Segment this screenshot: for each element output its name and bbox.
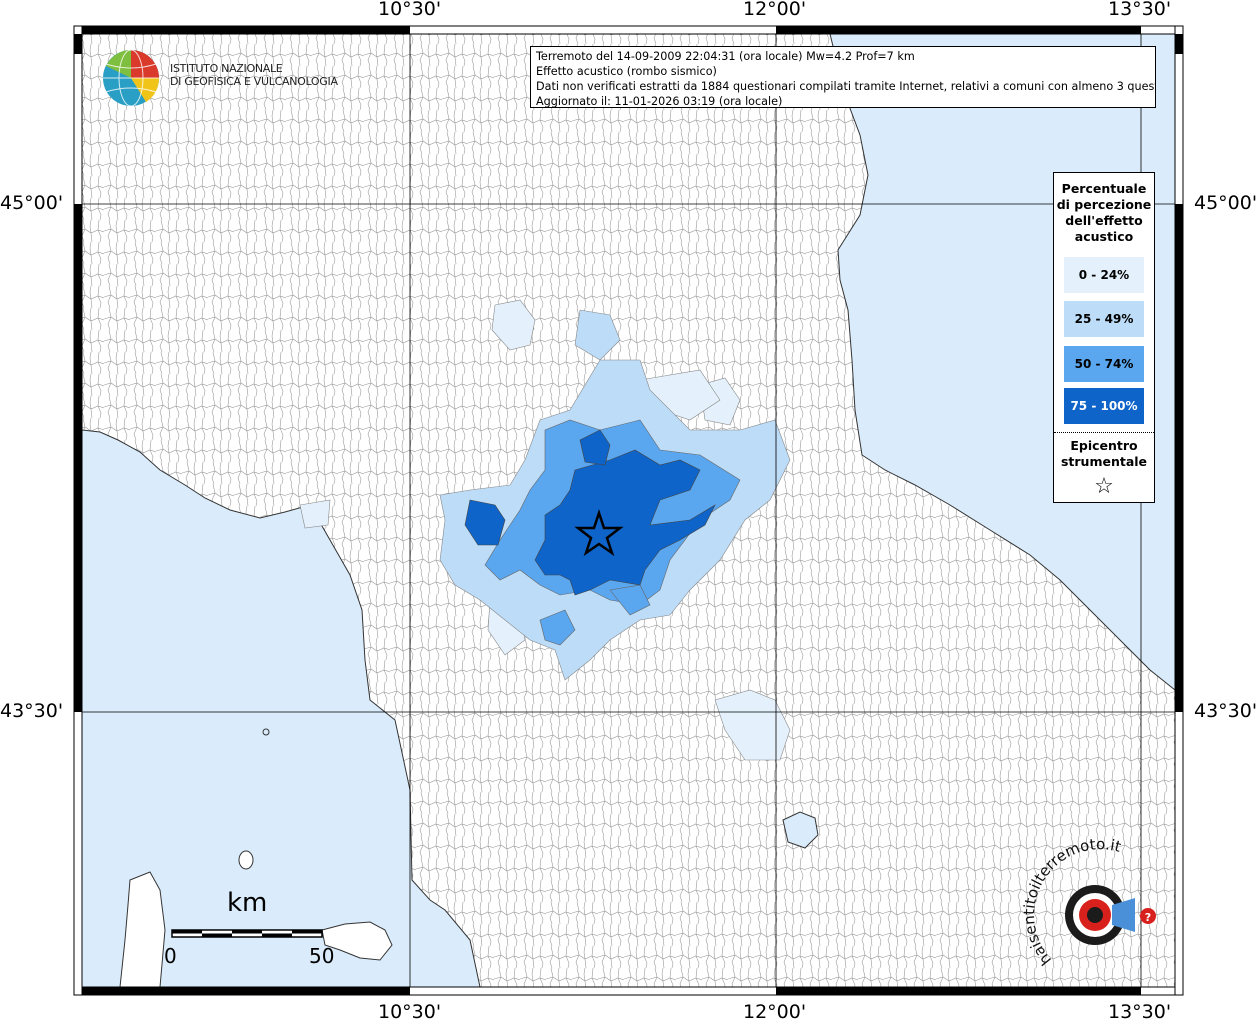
event-info-line4: Aggiornato il: 11-01-2026 03:19 (ora loc… — [536, 95, 783, 108]
scale-max-label: 50 — [309, 944, 335, 968]
legend-class-25-49: 25 - 49% — [1064, 301, 1144, 337]
legend: Percentuale di percezione dell'effetto a… — [1053, 172, 1155, 503]
ingv-logo-text: ISTITUTO NAZIONALE DI GEOFISICA E VULCAN… — [170, 62, 338, 88]
legend-epicenter-line2: strumentale — [1060, 454, 1148, 469]
legend-class-0-24: 0 - 24% — [1064, 257, 1144, 293]
legend-epicenter-label: Epicentro strumentale — [1054, 438, 1154, 470]
scale-bar — [171, 929, 323, 938]
ingv-logo-line1: ISTITUTO NAZIONALE — [170, 62, 283, 75]
event-info-line1: Terremoto del 14-09-2009 22:04:31 (ora l… — [536, 50, 915, 63]
event-info-box: Terremoto del 14-09-2009 22:04:31 (ora l… — [530, 46, 1156, 108]
legend-title-line3: dell'effetto — [1065, 213, 1143, 228]
legend-divider — [1054, 432, 1154, 433]
small-lake — [262, 728, 270, 736]
scale-min-label: 0 — [164, 944, 177, 968]
legend-star-icon: ☆ — [1094, 474, 1114, 499]
event-info-line3: Dati non verificati estratti da 1884 que… — [536, 80, 1156, 93]
legend-class-50-74: 50 - 74% — [1064, 346, 1144, 382]
event-info-line2: Effetto acustico (rombo sismico) — [536, 65, 717, 78]
legend-class-75-100: 75 - 100% — [1064, 388, 1144, 424]
intensity-map: ? haisentitoilterremoto.it — [73, 25, 1184, 996]
ingv-logo-line2: DI GEOFISICA E VULCANOLOGIA — [170, 75, 338, 88]
svg-text:?: ? — [1145, 911, 1151, 924]
capraia-island — [238, 850, 254, 870]
legend-title-line4: acustico — [1074, 229, 1134, 244]
legend-title: Percentuale di percezione dell'effetto a… — [1054, 181, 1154, 245]
legend-epicenter-line1: Epicentro — [1070, 438, 1138, 453]
scale-unit-label: km — [227, 888, 268, 918]
legend-title-line1: Percentuale — [1061, 181, 1147, 196]
ingv-logo-icon — [103, 49, 160, 107]
legend-title-line2: di percezione — [1056, 197, 1152, 212]
